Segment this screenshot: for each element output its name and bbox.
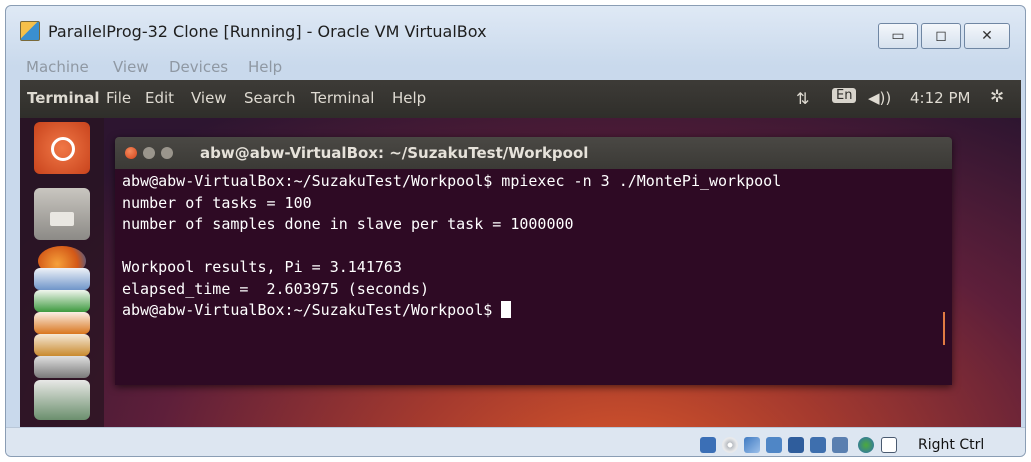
terminal-close-icon[interactable]	[125, 147, 137, 159]
libreoffice-calc-icon[interactable]	[34, 290, 90, 312]
topbar-menu-help[interactable]: Help	[392, 89, 426, 107]
display-icon[interactable]	[788, 437, 804, 453]
terminal-line: number of samples done in slave per task…	[122, 215, 574, 233]
close-button[interactable]: ✕	[964, 23, 1010, 49]
guest-topbar: Terminal File Edit View Search Terminal …	[20, 80, 1021, 118]
software-center-icon[interactable]	[34, 334, 90, 356]
topbar-menu-edit[interactable]: Edit	[145, 89, 174, 107]
terminal-titlebar[interactable]: abw@abw-VirtualBox: ~/SuzakuTest/Workpoo…	[115, 137, 952, 169]
terminal-prompt-line: abw@abw-VirtualBox:~/SuzakuTest/Workpool…	[122, 300, 781, 322]
network-adapter-icon[interactable]	[810, 437, 826, 453]
terminal-prompt: abw@abw-VirtualBox:~/SuzakuTest/Workpool…	[122, 301, 502, 319]
settings-icon[interactable]	[34, 356, 90, 378]
menu-devices[interactable]: Devices	[169, 58, 228, 76]
host-key-label: Right Ctrl	[918, 437, 985, 453]
trash-icon[interactable]	[34, 380, 90, 420]
libreoffice-writer-icon[interactable]	[34, 268, 90, 290]
vbox-statusbar: Right Ctrl	[6, 427, 1025, 456]
host-key-arrow-icon[interactable]	[881, 437, 897, 453]
video-capture-icon[interactable]	[832, 437, 848, 453]
hard-disk-icon[interactable]	[700, 437, 716, 453]
terminal-title: abw@abw-VirtualBox: ~/SuzakuTest/Workpoo…	[200, 144, 589, 162]
shared-folders-icon[interactable]	[766, 437, 782, 453]
terminal-output[interactable]: abw@abw-VirtualBox:~/SuzakuTest/Workpool…	[122, 171, 781, 322]
optical-drive-icon[interactable]	[722, 437, 738, 453]
menu-machine[interactable]: Machine	[26, 58, 89, 76]
clock[interactable]: 4:12 PM	[910, 89, 970, 107]
topbar-menu-search[interactable]: Search	[244, 89, 296, 107]
minimize-button[interactable]: ▭	[878, 23, 918, 49]
terminal-minimize-icon[interactable]	[143, 147, 155, 159]
terminal-cursor	[501, 301, 512, 318]
window-titlebar[interactable]: ParallelProg-32 Clone [Running] - Oracle…	[6, 6, 1025, 49]
terminal-window[interactable]: abw@abw-VirtualBox: ~/SuzakuTest/Workpoo…	[115, 137, 952, 385]
terminal-line: elapsed_time = 2.603975 (seconds)	[122, 279, 430, 298]
terminal-maximize-icon[interactable]	[161, 147, 173, 159]
menu-help[interactable]: Help	[248, 58, 282, 76]
mouse-integration-icon[interactable]	[858, 437, 874, 453]
unity-launcher	[20, 118, 104, 437]
terminal-scroll-indicator	[943, 312, 945, 345]
keyboard-indicator[interactable]: En	[832, 88, 857, 103]
window-title: ParallelProg-32 Clone [Running] - Oracle…	[48, 22, 487, 41]
libreoffice-impress-icon[interactable]	[34, 312, 90, 334]
menu-view[interactable]: View	[113, 58, 149, 76]
vbox-menubar: Machine View Devices Help	[6, 50, 1025, 80]
power-settings-icon[interactable]: ✲	[990, 87, 1004, 107]
files-icon[interactable]	[34, 188, 90, 240]
topbar-menu-terminal[interactable]: Terminal	[311, 89, 374, 107]
volume-icon[interactable]: ◀))	[868, 89, 891, 107]
virtualbox-window: ParallelProg-32 Clone [Running] - Oracle…	[5, 5, 1026, 457]
topbar-app-name: Terminal	[27, 89, 100, 107]
usb-icon[interactable]	[744, 437, 760, 453]
maximize-button[interactable]: ◻	[921, 23, 961, 49]
terminal-line: abw@abw-VirtualBox:~/SuzakuTest/Workpool…	[122, 172, 782, 190]
topbar-menu-file[interactable]: File	[106, 89, 131, 107]
guest-screen[interactable]: Terminal File Edit View Search Terminal …	[20, 80, 1021, 437]
network-icon[interactable]: ⇅	[796, 89, 809, 108]
terminal-line: Workpool results, Pi = 3.141763	[122, 258, 402, 276]
terminal-line: number of tasks = 100	[122, 193, 312, 212]
ubuntu-dash-icon[interactable]	[34, 122, 90, 174]
virtualbox-app-icon	[20, 21, 40, 41]
topbar-menu-view[interactable]: View	[191, 89, 227, 107]
